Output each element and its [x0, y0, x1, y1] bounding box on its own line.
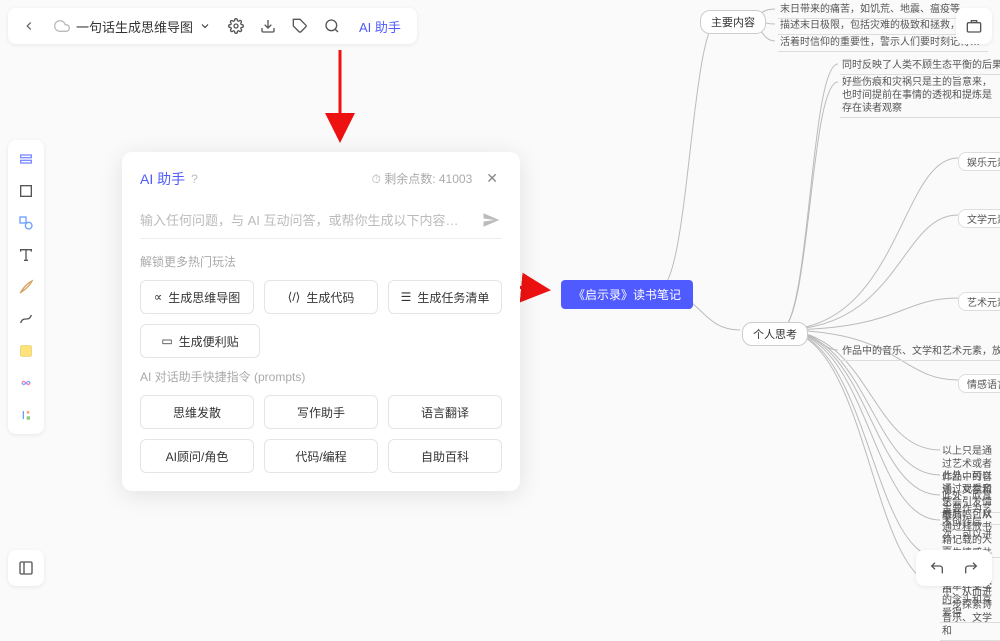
share-icon: ∝: [154, 290, 163, 304]
frame-tool[interactable]: [11, 176, 41, 206]
chip-brainstorm[interactable]: 思维发散: [140, 395, 254, 429]
undo-button[interactable]: [922, 553, 952, 583]
mindmap-mini-label[interactable]: 情感语言: [958, 374, 1000, 393]
tag-button[interactable]: [285, 11, 315, 41]
back-button[interactable]: [14, 11, 44, 41]
settings-button[interactable]: [221, 11, 251, 41]
close-button[interactable]: ✕: [482, 168, 502, 189]
credits-label: ⏱ 剩余点数: 41003: [372, 170, 473, 187]
chip-translate[interactable]: 语言翻译: [388, 395, 502, 429]
list-icon: ☰: [401, 290, 412, 304]
note-tool[interactable]: [11, 336, 41, 366]
pen-tool[interactable]: [11, 272, 41, 302]
code-icon: ⟨/⟩: [288, 290, 301, 304]
mindmap-leaf[interactable]: 好些伤痕和灾祸只是主的旨意来，也时间提前在事情的透视和提炼是存在读者观察: [840, 76, 1000, 118]
layout-tool[interactable]: [11, 144, 41, 174]
panel-toggle-button[interactable]: [8, 550, 44, 586]
note-icon: ▭: [161, 334, 172, 348]
mindmap-mini-label[interactable]: 艺术元素: [958, 292, 1000, 311]
ai-assistant-panel: AI 助手? ⏱ 剩余点数: 41003 ✕ 解锁更多热门玩法 ∝生成思维导图 …: [122, 152, 520, 491]
help-icon[interactable]: ?: [191, 172, 198, 186]
mindmap-leaf[interactable]: 末日带来的痛苦，如饥荒、地震、瘟疫等: [778, 3, 962, 19]
mindmap-tool[interactable]: [11, 368, 41, 398]
document-title-text: 一句话生成思维导图: [76, 17, 193, 36]
mindmap-leaf[interactable]: 作品中的音乐、文学和艺术元素，放大体体现的时刻感染者: [840, 345, 1000, 361]
ai-panel-title: AI 助手?: [140, 169, 198, 189]
redo-button[interactable]: [956, 553, 986, 583]
more-tools[interactable]: [11, 400, 41, 430]
document-title[interactable]: 一句话生成思维导图: [46, 17, 219, 36]
mindmap-mini-label[interactable]: 娱乐元素: [958, 152, 1000, 171]
present-button[interactable]: [956, 8, 992, 44]
chevron-down-icon: [199, 20, 211, 32]
mindmap-leaf[interactable]: 同时反映了人类不顾生态平衡的后果和信仰的重要性: [840, 59, 1000, 75]
chip-gen-mindmap[interactable]: ∝生成思维导图: [140, 280, 254, 314]
text-tool[interactable]: [11, 240, 41, 270]
export-button[interactable]: [253, 11, 283, 41]
chip-code[interactable]: 代码/编程: [264, 439, 378, 473]
prompts-section-label: AI 对话助手快捷指令 (prompts): [140, 368, 502, 385]
mindmap-mini-label[interactable]: 文学元素: [958, 209, 1000, 228]
chip-ai-role[interactable]: AI顾问/角色: [140, 439, 254, 473]
ai-prompt-input[interactable]: [140, 203, 502, 239]
chip-gen-sticky[interactable]: ▭生成便利贴: [140, 324, 260, 358]
chip-gen-tasklist[interactable]: ☰生成任务清单: [388, 280, 502, 314]
mindmap-node-main-content[interactable]: 主要内容: [700, 10, 766, 34]
connector-tool[interactable]: [11, 304, 41, 334]
hot-section-label: 解锁更多热门玩法: [140, 253, 502, 270]
chip-gen-code[interactable]: ⟨/⟩生成代码: [264, 280, 378, 314]
cloud-icon: [54, 18, 70, 34]
chip-writing[interactable]: 写作助手: [264, 395, 378, 429]
shape-tool[interactable]: [11, 208, 41, 238]
top-toolbar: 一句话生成思维导图 AI 助手: [8, 8, 417, 44]
ai-assistant-link[interactable]: AI 助手: [349, 17, 411, 36]
chip-encyclopedia[interactable]: 自助百科: [388, 439, 502, 473]
send-icon[interactable]: [482, 211, 500, 229]
mindmap-root-node[interactable]: 《启示录》读书笔记: [561, 280, 693, 309]
search-button[interactable]: [317, 11, 347, 41]
left-toolbar: [8, 140, 44, 434]
mindmap-node-personal[interactable]: 个人思考: [742, 322, 808, 346]
history-bar: [916, 550, 992, 586]
